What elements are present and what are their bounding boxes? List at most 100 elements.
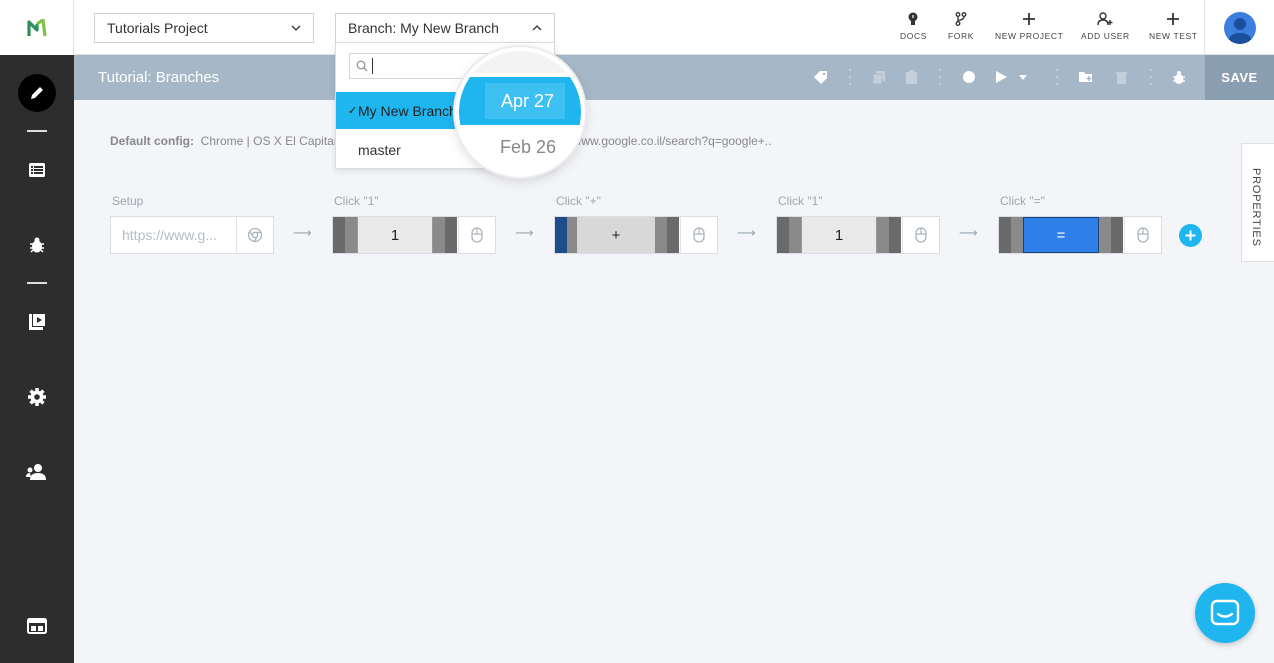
mouse-icon bbox=[693, 227, 705, 243]
sidebar-item-edit[interactable] bbox=[18, 74, 56, 112]
fork-button[interactable]: FORK bbox=[948, 12, 974, 41]
branch-select-value: Branch: My New Branch bbox=[348, 20, 499, 36]
mouse-slot[interactable] bbox=[680, 217, 717, 253]
test-title-bar: Tutorial: Branches SAVE bbox=[74, 55, 1274, 100]
click-step[interactable]: 1 bbox=[332, 216, 496, 254]
add-user-button[interactable]: ADD USER bbox=[1081, 12, 1130, 41]
settings-icon bbox=[28, 388, 46, 406]
sidebar-item-tests[interactable] bbox=[18, 151, 56, 189]
step-key: 1 bbox=[801, 217, 877, 253]
lightbulb-icon bbox=[908, 12, 918, 25]
step-arrow: ⟶ bbox=[293, 225, 312, 240]
step-label: Click "1" bbox=[334, 194, 379, 208]
project-select[interactable]: Tutorials Project bbox=[94, 13, 314, 43]
chevron-up-icon bbox=[532, 25, 542, 31]
chat-button[interactable] bbox=[1195, 583, 1255, 643]
plus-icon bbox=[1167, 13, 1180, 25]
step-screenshot: 1 bbox=[333, 217, 457, 253]
caret-down-icon[interactable] bbox=[1019, 69, 1027, 85]
trash-icon[interactable] bbox=[1113, 69, 1129, 85]
separator-dots bbox=[938, 69, 942, 85]
separator-dots bbox=[1149, 69, 1153, 85]
new-project-button[interactable]: NEW PROJECT bbox=[995, 12, 1063, 41]
user-avatar-icon bbox=[1228, 18, 1252, 44]
step-screenshot: + bbox=[555, 217, 679, 253]
setup-url: https://www.g... bbox=[122, 227, 217, 243]
separator-dots bbox=[1055, 69, 1059, 85]
record-icon[interactable] bbox=[961, 69, 977, 85]
sidebar bbox=[0, 0, 74, 663]
users-icon bbox=[26, 464, 46, 480]
step-key: 1 bbox=[357, 217, 433, 253]
mouse-slot[interactable] bbox=[458, 217, 495, 253]
sidebar-item-window[interactable] bbox=[18, 607, 56, 645]
default-config-value[interactable]: Chrome | OS X El Capitan bbox=[201, 134, 341, 148]
mouse-slot[interactable] bbox=[1124, 217, 1161, 253]
click-step[interactable]: 1 bbox=[776, 216, 940, 254]
new-test-label: NEW TEST bbox=[1149, 31, 1198, 41]
text-cursor bbox=[372, 58, 373, 74]
chevron-down-icon bbox=[291, 25, 301, 31]
new-test-button[interactable]: NEW TEST bbox=[1149, 12, 1198, 41]
copy-icon[interactable] bbox=[871, 69, 887, 85]
chat-icon bbox=[1210, 599, 1240, 626]
add-user-label: ADD USER bbox=[1081, 31, 1130, 41]
fork-label: FORK bbox=[948, 31, 975, 41]
bug-icon bbox=[30, 237, 44, 253]
docs-button[interactable]: DOCS bbox=[900, 12, 927, 41]
default-config-label: Default config: bbox=[110, 134, 194, 148]
step-label: Click "1" bbox=[778, 194, 823, 208]
step-label: Setup bbox=[112, 194, 144, 208]
paste-icon[interactable] bbox=[903, 69, 919, 85]
bug-icon[interactable] bbox=[1171, 69, 1187, 85]
chrome-slot[interactable] bbox=[236, 217, 273, 253]
sidebar-item-settings[interactable] bbox=[18, 378, 56, 416]
tag-icon[interactable] bbox=[812, 69, 828, 85]
fork-icon bbox=[955, 12, 967, 26]
mouse-slot[interactable] bbox=[902, 217, 939, 253]
sidebar-item-bugs[interactable] bbox=[18, 226, 56, 264]
magnified-date: Apr 27 bbox=[501, 91, 555, 111]
test-title[interactable]: Tutorial: Branches bbox=[98, 69, 219, 86]
project-select-value: Tutorials Project bbox=[107, 20, 208, 36]
branch-option-label: My New Branch bbox=[358, 102, 457, 119]
window-icon bbox=[27, 618, 47, 634]
add-folder-icon[interactable] bbox=[1078, 69, 1094, 85]
branch-select[interactable]: Branch: My New Branch bbox=[335, 13, 555, 43]
mouse-icon bbox=[471, 227, 483, 243]
logo[interactable] bbox=[0, 0, 74, 55]
plus-icon bbox=[1023, 13, 1036, 25]
step-label: Click "+" bbox=[556, 194, 601, 208]
edit-icon bbox=[31, 87, 43, 99]
save-button[interactable]: SAVE bbox=[1205, 55, 1274, 100]
sidebar-item-runs[interactable] bbox=[18, 303, 56, 341]
chrome-icon bbox=[247, 227, 263, 243]
check-icon: ✓ bbox=[348, 105, 358, 117]
click-step[interactable]: = bbox=[998, 216, 1162, 254]
sidebar-divider bbox=[27, 282, 47, 284]
play-icon[interactable] bbox=[993, 69, 1009, 85]
properties-tab[interactable]: PROPERTIES bbox=[1241, 143, 1274, 262]
step-key: = bbox=[1023, 217, 1099, 253]
sidebar-item-users[interactable] bbox=[18, 453, 56, 491]
setup-step[interactable]: https://www.g... bbox=[110, 216, 274, 254]
branch-option-label: master bbox=[358, 141, 401, 158]
plus-icon bbox=[1185, 230, 1196, 241]
step-arrow: ⟶ bbox=[515, 225, 534, 240]
step-screenshot: 1 bbox=[777, 217, 901, 253]
list-icon bbox=[29, 163, 45, 177]
docs-label: DOCS bbox=[900, 31, 927, 41]
avatar[interactable] bbox=[1224, 12, 1256, 44]
add-user-icon bbox=[1097, 12, 1113, 26]
play-media-icon bbox=[29, 314, 45, 330]
step-key: + bbox=[577, 217, 655, 253]
logo-icon bbox=[26, 18, 47, 36]
mouse-icon bbox=[915, 227, 927, 243]
properties-label: PROPERTIES bbox=[1250, 168, 1262, 247]
top-bar: Tutorials Project Branch: My New Branch … bbox=[74, 0, 1274, 55]
default-config: Default config: Chrome | OS X El Capitan bbox=[110, 134, 341, 148]
magnified-date: Feb 26 bbox=[500, 137, 557, 157]
add-step-button[interactable] bbox=[1179, 224, 1202, 247]
mouse-icon bbox=[1137, 227, 1149, 243]
click-step[interactable]: + bbox=[554, 216, 718, 254]
